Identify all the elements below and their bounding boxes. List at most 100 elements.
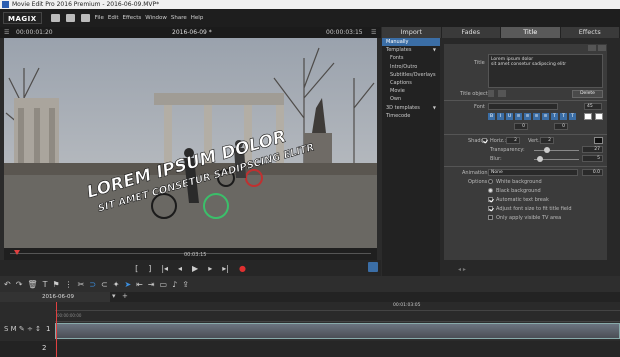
title-object-add-button[interactable] — [498, 90, 506, 97]
white-background-radio[interactable] — [488, 179, 493, 184]
vert-field[interactable]: 2 — [540, 137, 554, 144]
title-list-item[interactable]: Captions — [382, 79, 440, 87]
link-icon[interactable]: ⊃ — [89, 280, 96, 289]
menu-edit[interactable]: Edit — [108, 15, 119, 21]
delete-icon[interactable]: 🗑 — [27, 280, 37, 289]
menu-share[interactable]: Share — [171, 15, 187, 21]
timeline-ruler[interactable]: 00:01:03:05 00:00:00:00 — [55, 302, 620, 322]
go-start-icon[interactable]: |◂ — [161, 264, 168, 273]
go-end-icon[interactable]: ▸| — [222, 264, 229, 273]
split-icon[interactable]: ⋮ — [65, 280, 73, 289]
mark-in-icon[interactable]: [ — [135, 264, 138, 273]
menu-file[interactable]: File — [95, 15, 104, 21]
export-icon[interactable]: ⇪ — [182, 280, 189, 289]
audio-mixer-icon[interactable]: ♪ — [172, 280, 177, 289]
tab-menu-icon[interactable]: ▾ — [112, 292, 116, 300]
new-project-icon[interactable] — [50, 14, 60, 22]
spacing-field[interactable]: 0 — [514, 123, 528, 130]
title-list-item[interactable]: Fonts — [382, 54, 440, 62]
animation-select[interactable]: None — [488, 169, 578, 176]
transparency-slider[interactable] — [534, 150, 579, 151]
redo-icon[interactable]: ↷ — [16, 280, 23, 289]
text-color-swatch[interactable] — [584, 113, 592, 120]
next-frame-icon[interactable]: ▸ — [208, 264, 212, 273]
title-list-item[interactable]: Movie — [382, 87, 440, 95]
title-tool-icon[interactable]: T — [43, 280, 48, 289]
font-size-field[interactable]: 45 — [584, 103, 602, 110]
animation-duration-field[interactable]: 0.0 — [582, 169, 603, 176]
horiz-field[interactable]: 2 — [506, 137, 520, 144]
trim-tool-icon[interactable]: ⇥ — [148, 280, 155, 289]
track-1-lane[interactable] — [55, 322, 620, 340]
align-left-button[interactable]: ≡ — [515, 113, 522, 120]
preview-menu-icon[interactable]: ☰ — [371, 27, 376, 38]
title-list-item[interactable]: Timecode — [382, 112, 440, 120]
auto-text-break-checkbox[interactable] — [488, 197, 493, 202]
open-folder-icon[interactable] — [65, 14, 75, 22]
video-clip[interactable] — [55, 323, 620, 339]
marker-icon[interactable]: ⚑ — [52, 280, 59, 289]
project-tab[interactable]: 2016-06-09 — [42, 294, 74, 300]
undo-icon[interactable]: ↶ — [4, 280, 11, 289]
playhead-marker[interactable] — [14, 250, 20, 255]
align-center-button[interactable]: ≡ — [524, 113, 531, 120]
underline-button[interactable]: U — [506, 113, 513, 120]
preview-scrubber[interactable]: 00:03:15 — [4, 248, 377, 260]
bold-button[interactable]: B — [488, 113, 495, 120]
range-tool-icon[interactable]: ⇤ — [136, 280, 143, 289]
transparency-field[interactable]: 27 — [582, 146, 603, 153]
menu-window[interactable]: Window — [145, 15, 167, 21]
track-2-lane[interactable] — [55, 341, 620, 357]
video-preview[interactable]: LOREM IPSUM DOLOR SIT AMET CONSETUR SADI… — [4, 38, 377, 248]
italic-button[interactable]: I — [497, 113, 504, 120]
title-list-item[interactable]: Own — [382, 95, 440, 103]
mark-out-icon[interactable]: ] — [148, 264, 151, 273]
menu-effects[interactable]: Effects — [123, 15, 142, 21]
black-background-radio[interactable] — [488, 188, 493, 193]
tv-area-checkbox[interactable] — [488, 215, 493, 220]
shadow-checkbox[interactable] — [482, 138, 487, 143]
record-icon[interactable]: ● — [239, 264, 246, 273]
title-list-item[interactable]: Templates ▼ — [382, 46, 440, 54]
title-list-item[interactable]: Intro/Outro — [382, 63, 440, 71]
outline-color-swatch[interactable] — [595, 113, 603, 120]
select-pointer-icon[interactable]: ➤ — [124, 280, 131, 289]
play-icon[interactable]: ▶ — [192, 264, 198, 273]
line-spacing-field[interactable]: 0 — [554, 123, 568, 130]
effects-icon[interactable]: ✦ — [113, 280, 120, 289]
tab-effects[interactable]: Effects — [560, 27, 620, 38]
tab-title[interactable]: Title — [501, 27, 561, 38]
save-icon[interactable] — [80, 14, 90, 22]
cut-icon[interactable]: ✂ — [78, 280, 85, 289]
text-option-button[interactable]: T — [551, 113, 558, 120]
title-object-stepper[interactable] — [488, 90, 494, 97]
nav-arrows-icon[interactable]: ◂ ▸ — [458, 266, 478, 273]
text-option-button[interactable]: T — [569, 113, 576, 120]
group-icon[interactable]: ⊂ — [101, 280, 108, 289]
blur-slider-thumb[interactable] — [537, 156, 543, 162]
shadow-color-swatch[interactable] — [594, 137, 603, 144]
track-1-controls-icon[interactable]: S M ✎ ÷ ↕ — [4, 325, 41, 333]
prev-frame-icon[interactable]: ◂ — [178, 264, 182, 273]
title-list-item[interactable]: Manually — [382, 38, 440, 47]
font-select[interactable] — [488, 103, 558, 110]
justify-button[interactable]: ≡ — [542, 113, 549, 120]
text-option-button[interactable]: T — [560, 113, 567, 120]
title-list-item[interactable]: 3D templates ▼ — [382, 104, 440, 112]
dock-button[interactable] — [588, 45, 596, 51]
adjust-font-checkbox[interactable] — [488, 206, 493, 211]
close-panel-icon[interactable] — [598, 45, 606, 51]
blur-field[interactable]: 5 — [582, 155, 603, 162]
menu-help[interactable]: Help — [191, 15, 204, 21]
tab-import[interactable]: Import — [382, 27, 442, 38]
fullscreen-toggle[interactable] — [368, 262, 378, 272]
transparency-slider-thumb[interactable] — [544, 147, 550, 153]
align-right-button[interactable]: ≡ — [533, 113, 540, 120]
title-list-item[interactable]: Subtitles/Overlays — [382, 71, 440, 79]
storyboard-view-icon[interactable]: ▭ — [160, 280, 168, 289]
timeline-playhead[interactable] — [56, 302, 57, 357]
delete-button[interactable]: Delete — [572, 90, 603, 98]
tab-fades[interactable]: Fades — [441, 27, 501, 38]
add-tab-icon[interactable]: + — [122, 292, 128, 300]
title-text-area[interactable]: Lorem ipsum dolor sit amet consetur sadi… — [488, 54, 603, 88]
